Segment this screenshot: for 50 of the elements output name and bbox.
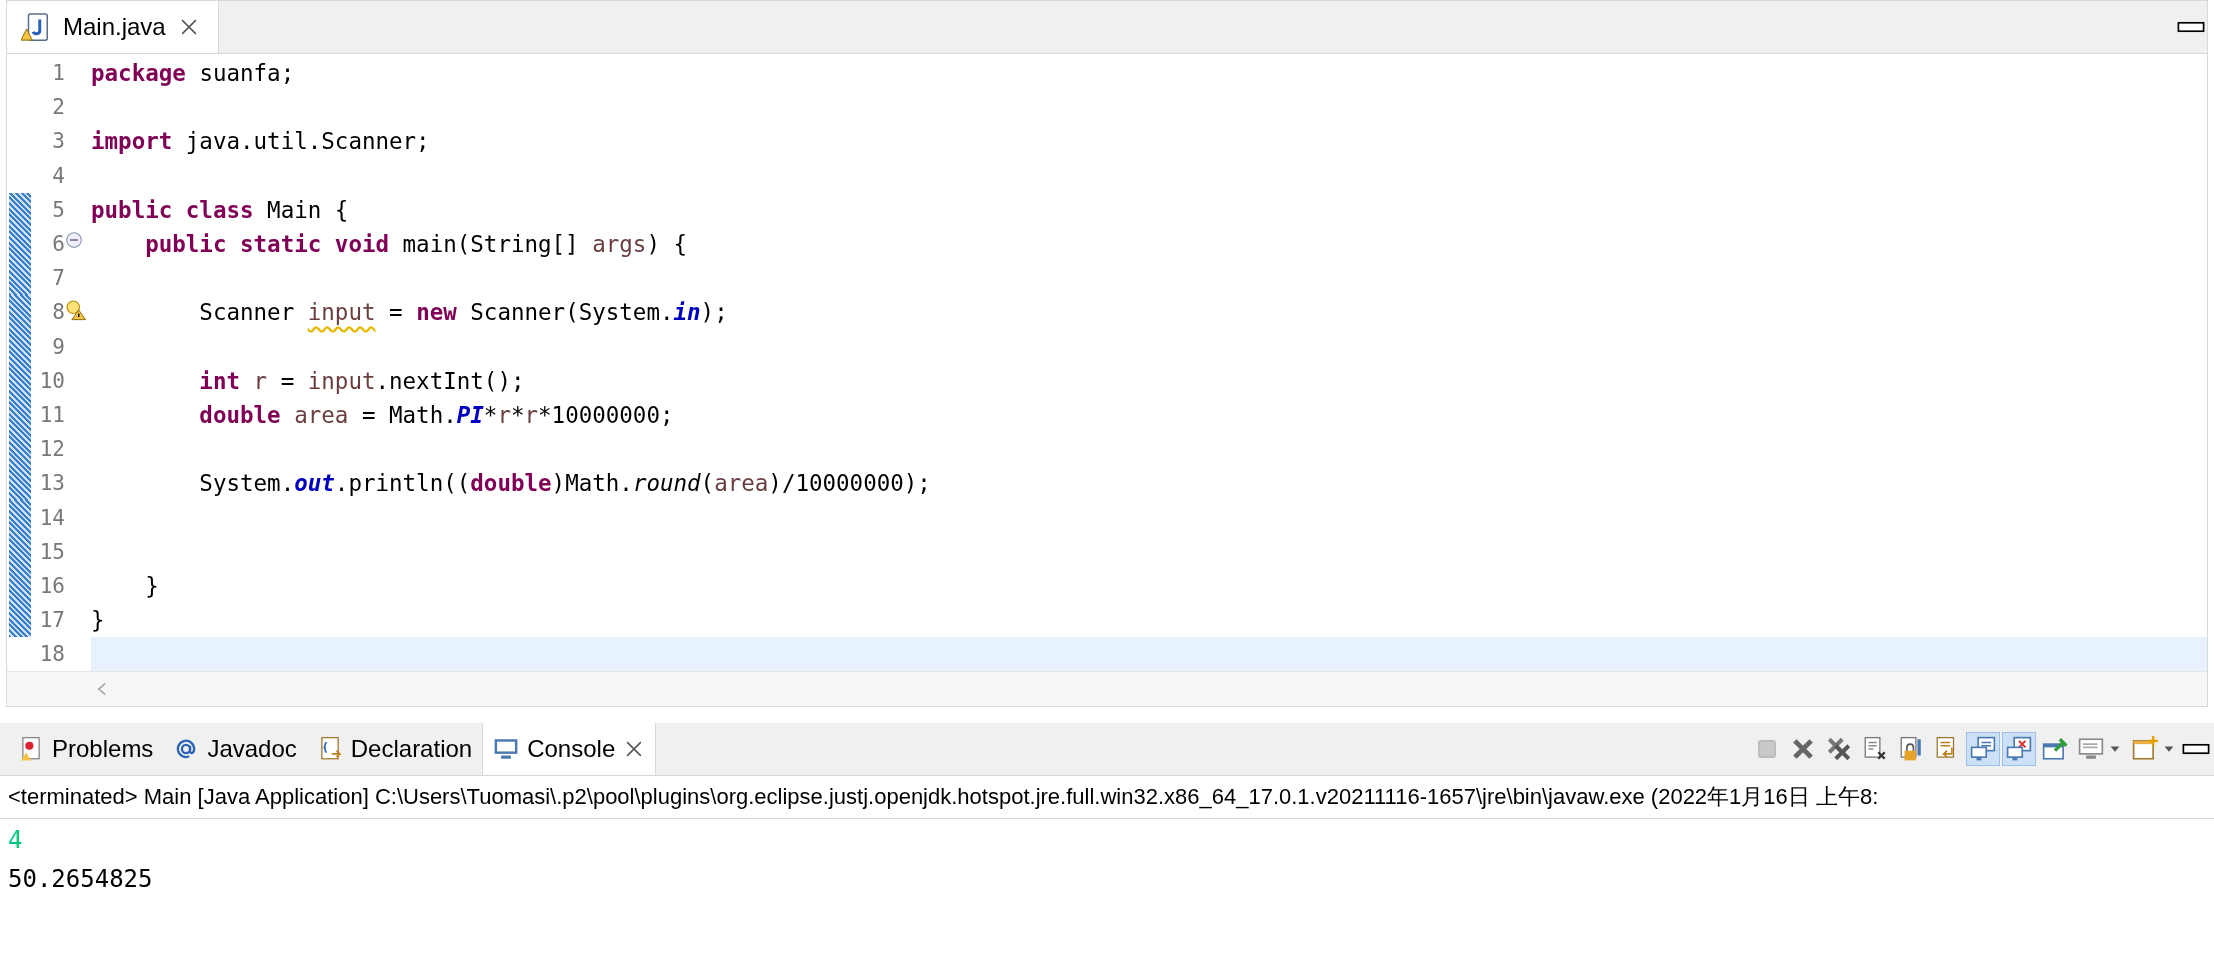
line-number: 13 <box>38 471 65 496</box>
code-line: int r = input.nextInt(); <box>198 366 526 396</box>
line-number: 18 <box>38 642 65 667</box>
collapse-icon <box>65 230 83 249</box>
panel-tab[interactable]: Problems <box>8 723 164 776</box>
horizontal-scrollbar[interactable] <box>7 671 2207 707</box>
code-line: package suanfa; <box>91 59 296 89</box>
code-line: Scanner input = new Scanner(System.in); <box>198 298 729 328</box>
line-number: 14 <box>38 505 65 530</box>
lock-icon <box>1898 736 1924 763</box>
code-line: public class Main { <box>91 195 350 225</box>
pin-icon <box>2042 736 2068 763</box>
code-line: } <box>91 606 106 636</box>
lightbulb-warning-icon <box>65 299 87 322</box>
code-line: } <box>144 571 160 601</box>
panel-tab[interactable]: Declaration <box>306 723 483 776</box>
line-number: 8 <box>51 300 65 325</box>
process-status: <terminated> Main [Java Application] C:\Users\Tuomasi\.p2\pool\plugins\org.eclipse.justj.openjdk.hotspot.jre.full.win32.x86_64_17.0.1.v20211116-1657\jre\bin\javaw.exe (2022年1月16日 上午8: <box>0 776 2214 820</box>
line-number: 6 <box>51 232 65 257</box>
code-line: System.out.println((double)Math.round(area)/10000000); <box>198 469 932 499</box>
line-number: 15 <box>38 539 65 564</box>
line-number: 5 <box>51 197 65 222</box>
line-number: 4 <box>51 163 65 188</box>
window-plus-icon <box>2132 736 2158 763</box>
console-output: 4 <box>7 825 24 857</box>
line-number: 3 <box>51 129 65 154</box>
minimize-icon <box>2182 742 2210 757</box>
code-line: public static void main(String[] args) { <box>144 230 689 260</box>
double-x-icon <box>1826 736 1852 763</box>
line-number: 11 <box>38 402 65 427</box>
console-output: 50.2654825 <box>7 864 154 896</box>
line-number: 12 <box>38 437 65 462</box>
line-number: 17 <box>38 608 65 633</box>
code-line: double area = Math.PI*r*r*10000000; <box>198 400 675 430</box>
java-file-icon <box>21 12 51 42</box>
line-number: 9 <box>51 334 65 359</box>
toolbar-button[interactable] <box>2002 732 2036 767</box>
minimize-icon <box>2177 20 2205 34</box>
monitor-x-icon <box>2006 736 2032 763</box>
panel-tab[interactable]: Javadoc <box>163 723 307 776</box>
line-number: 10 <box>38 368 65 393</box>
line-number: 7 <box>51 266 65 291</box>
line-number: 1 <box>51 61 65 86</box>
toolbar-button[interactable] <box>1966 732 2000 767</box>
code-line: import java.util.Scanner; <box>91 127 431 157</box>
editor-tab[interactable]: Main.java <box>7 1 219 53</box>
line-number: 2 <box>51 95 65 120</box>
panel-tab[interactable]: Console <box>482 723 657 776</box>
monitor-icon <box>1970 736 1996 763</box>
line-number: 16 <box>38 573 65 598</box>
